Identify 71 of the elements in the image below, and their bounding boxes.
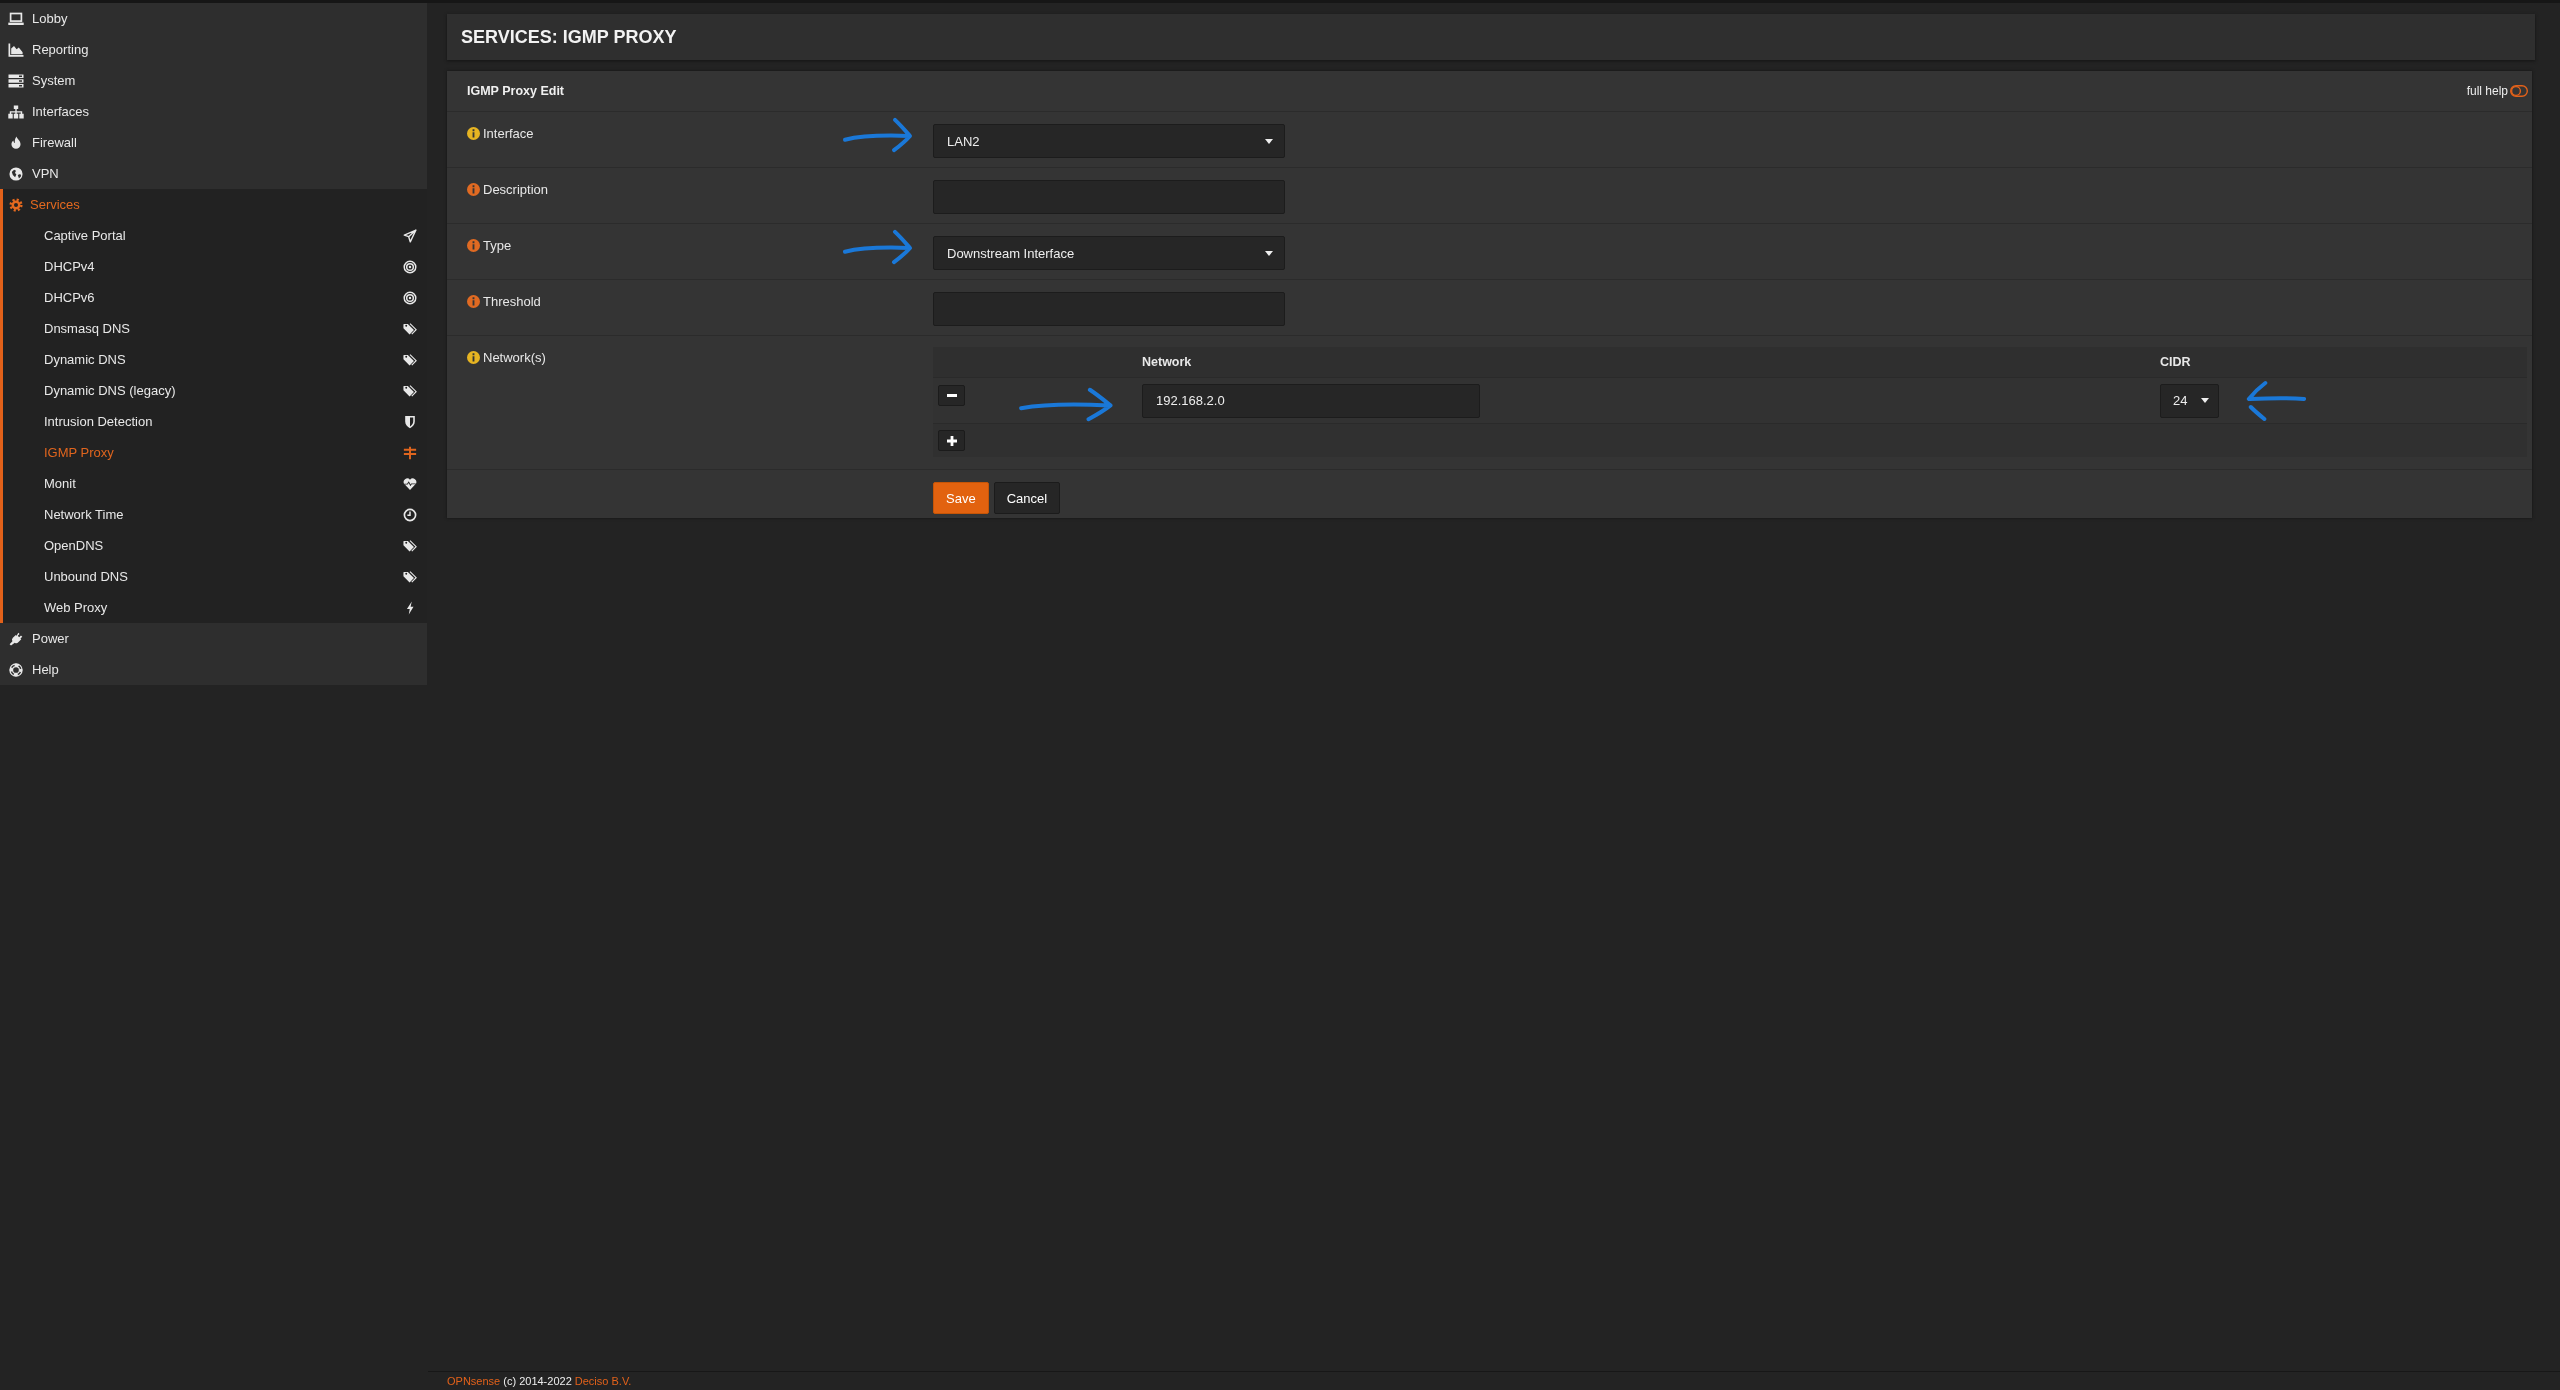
tags-icon [403,352,417,367]
cancel-button[interactable]: Cancel [993,482,1061,514]
sidebar-item[interactable]: Help [0,654,427,685]
column-header: Network [1142,355,1193,369]
text-field[interactable] [933,180,1285,214]
sidebar-subitem[interactable]: Web Proxy [3,592,427,623]
paper-plane-icon [403,228,417,243]
globe-icon [8,166,24,181]
gear-icon [8,197,24,212]
tags-icon [403,383,417,398]
sidebar-item[interactable]: Lobby [0,3,427,34]
tags-icon [403,321,417,336]
sidebar-subitem[interactable]: Network Time [3,499,427,530]
sitemap-icon [8,104,24,119]
caret-icon [2201,398,2209,403]
add-row-button[interactable] [938,430,965,451]
sidebar-subitem[interactable]: Monit [3,468,427,499]
footer-text: OPNsense (c) 2014-2022 Deciso B.V. [447,1374,632,1389]
sidebar-item[interactable]: Reporting [0,34,427,65]
plus-icon [946,435,957,446]
field-label: Description [483,182,549,197]
full-help-toggle[interactable]: full help [2466,84,2528,98]
sidebar-item[interactable]: System [0,65,427,96]
brand-link[interactable]: OPNsense [447,1375,501,1387]
tags-icon [403,569,417,584]
sidebar-item[interactable]: VPN [0,158,427,189]
heart-pulse-icon [403,476,417,491]
field-label: Threshold [483,294,541,309]
server-icon [8,73,24,88]
field-label: Type [483,238,512,253]
dropdown-field[interactable]: LAN2 [933,124,1285,158]
target-icon [403,259,417,274]
text-field[interactable] [933,292,1285,326]
sidebar-subitem[interactable]: Dynamic DNS [3,344,427,375]
sidebar-subitem[interactable]: Dnsmasq DNS [3,313,427,344]
dropdown-field[interactable]: Downstream Interface [933,236,1285,270]
flame-icon [8,135,24,150]
tags-icon [403,538,417,553]
cidr-dropdown[interactable]: 24 [2160,383,2219,418]
sidebar-subitem[interactable]: Captive Portal [3,220,427,251]
save-button[interactable]: Save [933,482,989,514]
field-label: Network(s) [483,350,546,365]
column-header: CIDR [2160,355,2192,369]
laptop-icon [8,11,24,26]
minus-icon [946,394,957,397]
sidebar-item[interactable]: Firewall [0,127,427,158]
sidebar-item[interactable]: Services [3,189,427,220]
sidebar-subitem[interactable]: IGMP Proxy [3,437,427,468]
caret-icon [1265,250,1273,256]
target-icon [403,290,417,305]
sidebar-item[interactable]: Interfaces [0,96,427,127]
sidebar-subitem[interactable]: Unbound DNS [3,561,427,592]
sidebar-subitem[interactable]: DHCPv6 [3,282,427,313]
caret-icon [1265,138,1273,144]
sidebar-subitem[interactable]: DHCPv4 [3,251,427,282]
page-title: SERVICES: IGMP PROXY [461,26,677,48]
lifebuoy-icon [8,662,24,677]
plug-icon [8,631,24,646]
clock-icon [403,507,417,522]
sidebar-item[interactable]: Power [0,623,427,654]
company-link[interactable]: Deciso B.V. [574,1375,632,1387]
shield-icon [403,414,417,429]
network-field[interactable]: 192.168.2.0 [1142,383,1480,418]
sidebar-subitem[interactable]: OpenDNS [3,530,427,561]
sidebar-subitem[interactable]: Intrusion Detection [3,406,427,437]
panel-title: IGMP Proxy Edit [467,84,564,98]
remove-row-button[interactable] [938,385,965,406]
signpost-icon [403,445,417,460]
area-chart-icon [8,42,24,57]
field-label: Interface [483,126,534,141]
sidebar-subitem[interactable]: Dynamic DNS (legacy) [3,375,427,406]
